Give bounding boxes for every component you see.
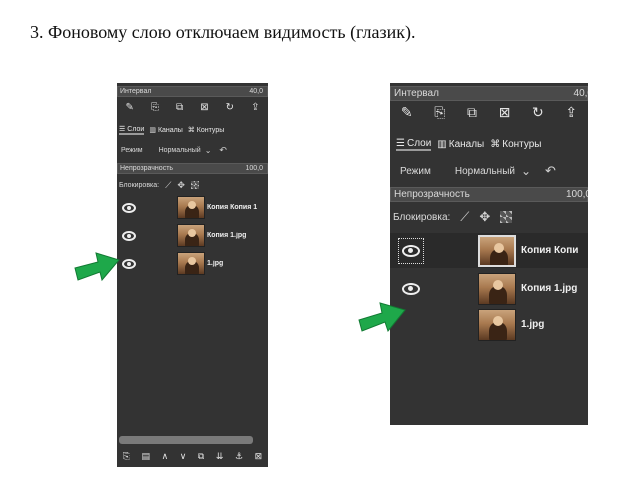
anchor-layer-icon[interactable]: ⚓ bbox=[235, 451, 243, 462]
layer-name: 1.jpg bbox=[521, 319, 545, 330]
interval-field[interactable]: Интервал 40,0 bbox=[117, 86, 268, 97]
layer-name: Копия 1.jpg bbox=[207, 232, 247, 239]
opacity-value: 100,0 bbox=[565, 189, 588, 200]
opacity-label: Непрозрачность bbox=[394, 189, 470, 200]
open-icon[interactable]: ⇪ bbox=[251, 102, 259, 113]
layer-thumbnail bbox=[177, 196, 205, 219]
dock-tabs: ☰ Слои ▥ Каналы ⌘ Контуры bbox=[117, 123, 268, 137]
lower-layer-icon[interactable]: ∨ bbox=[180, 451, 187, 462]
lock-label: Блокировка: bbox=[119, 181, 160, 189]
layer-row[interactable]: Копия 1.jpg bbox=[390, 271, 588, 306]
layer-thumbnail bbox=[177, 252, 205, 275]
mode-label: Режим bbox=[400, 165, 431, 177]
mode-select[interactable]: Нормальный bbox=[159, 147, 201, 154]
layers-panel-after: Интервал 40,0 ✎ ⎘ ⧉ ⊠ ↻ ⇪ ☰ Слои ▥ Канал… bbox=[390, 83, 588, 425]
layer-name: Копия Копия 1 bbox=[207, 204, 258, 211]
brush-toolbar: ✎ ⎘ ⧉ ⊠ ↻ ⇪ bbox=[390, 103, 588, 121]
lock-position-icon[interactable]: ✥ bbox=[177, 180, 185, 191]
opacity-label: Непрозрачность bbox=[120, 165, 174, 172]
mode-select[interactable]: Нормальный bbox=[455, 166, 515, 177]
eye-visibility-icon[interactable] bbox=[117, 223, 141, 248]
dock-tabs: ☰ Слои ▥ Каналы ⌘ Контуры bbox=[390, 135, 588, 153]
layer-thumbnail bbox=[478, 308, 516, 341]
opacity-field[interactable]: Непрозрачность 100,0 bbox=[117, 163, 268, 174]
undo-icon[interactable]: ↶ bbox=[545, 163, 556, 179]
layers-icon: ☰ bbox=[119, 126, 126, 133]
layer-row[interactable]: 1.jpg bbox=[390, 307, 588, 342]
mode-row: Режим Нормальный ⌄ ↶ bbox=[390, 161, 588, 181]
lock-row: Блокировка: ⟋ ✥ bbox=[390, 209, 588, 225]
lock-alpha-icon[interactable] bbox=[190, 181, 199, 189]
tab-paths[interactable]: ⌘ Контуры bbox=[490, 139, 541, 150]
interval-value: 40,0 bbox=[573, 88, 588, 99]
delete-icon[interactable]: ⊠ bbox=[200, 102, 208, 113]
refresh-icon[interactable]: ↻ bbox=[226, 102, 234, 113]
tab-layers[interactable]: ☰ Слои bbox=[396, 137, 432, 151]
edit-brush-icon[interactable]: ✎ bbox=[126, 102, 134, 113]
delete-icon[interactable]: ⊠ bbox=[499, 104, 511, 121]
duplicate-icon[interactable]: ⧉ bbox=[467, 104, 477, 121]
raise-layer-icon[interactable]: ∧ bbox=[162, 451, 169, 462]
layer-row[interactable]: Копия 1.jpg bbox=[117, 223, 268, 248]
new-brush-icon[interactable]: ⎘ bbox=[151, 102, 159, 113]
open-icon[interactable]: ⇪ bbox=[565, 104, 577, 121]
interval-label: Интервал bbox=[120, 88, 152, 95]
layer-row[interactable]: 1.jpg bbox=[117, 251, 268, 276]
layers-icon: ☰ bbox=[396, 137, 405, 149]
opacity-value: 100,0 bbox=[245, 165, 263, 172]
edit-brush-icon[interactable]: ✎ bbox=[401, 104, 413, 121]
eye-visibility-icon[interactable] bbox=[399, 277, 423, 301]
refresh-icon[interactable]: ↻ bbox=[532, 104, 544, 121]
merge-layer-icon[interactable]: ⇊ bbox=[216, 451, 224, 462]
paths-icon: ⌘ bbox=[490, 138, 501, 150]
duplicate-layer-icon[interactable]: ⧉ bbox=[198, 451, 204, 462]
layers-panel-before: Интервал 40,0 ✎ ⎘ ⧉ ⊠ ↻ ⇪ ☰ Слои ▥ Канал… bbox=[117, 83, 268, 467]
green-arrow-pointer-right bbox=[358, 302, 406, 333]
layer-name: 1.jpg bbox=[207, 260, 224, 267]
green-arrow-pointer-left bbox=[74, 252, 120, 282]
horizontal-scrollbar[interactable] bbox=[119, 436, 253, 444]
layer-name: Копия 1.jpg bbox=[521, 283, 578, 294]
interval-label: Интервал bbox=[394, 88, 439, 99]
layer-row[interactable]: Копия Копи bbox=[390, 233, 588, 268]
opacity-field[interactable]: Непрозрачность 100,0 bbox=[390, 187, 588, 202]
channels-icon: ▥ bbox=[149, 127, 156, 134]
new-layer-icon[interactable]: ⎘ bbox=[123, 451, 130, 462]
paths-icon: ⌘ bbox=[187, 127, 195, 134]
tab-channels[interactable]: ▥ Каналы bbox=[437, 139, 484, 150]
lock-label: Блокировка: bbox=[393, 211, 451, 223]
brush-toolbar: ✎ ⎘ ⧉ ⊠ ↻ ⇪ bbox=[117, 100, 268, 114]
eye-visibility-icon[interactable] bbox=[117, 195, 141, 220]
layer-name: Копия Копи bbox=[521, 245, 579, 256]
lock-alpha-icon[interactable] bbox=[500, 211, 513, 223]
eye-visibility-icon[interactable] bbox=[398, 237, 424, 264]
tab-paths[interactable]: ⌘ Контуры bbox=[187, 126, 224, 135]
new-group-icon[interactable]: ▤ bbox=[142, 451, 151, 462]
tab-channels[interactable]: ▥ Каналы bbox=[149, 126, 182, 135]
layers-bottom-toolbar: ⎘ ▤ ∧ ∨ ⧉ ⇊ ⚓ ⊠ bbox=[117, 449, 268, 463]
interval-value: 40,0 bbox=[249, 88, 263, 95]
lock-pixels-icon[interactable]: ⟋ bbox=[165, 180, 171, 191]
layer-thumbnail bbox=[478, 272, 516, 305]
lock-row: Блокировка: ⟋ ✥ bbox=[117, 179, 268, 191]
mode-row: Режим Нормальный ⌄ ↶ bbox=[117, 143, 268, 157]
lock-position-icon[interactable]: ✥ bbox=[479, 209, 490, 225]
chevron-down-icon[interactable]: ⌄ bbox=[521, 164, 531, 178]
layer-thumbnail bbox=[177, 224, 205, 247]
layer-row[interactable]: Копия Копия 1 bbox=[117, 195, 268, 220]
tab-layers[interactable]: ☰ Слои bbox=[119, 125, 145, 135]
layer-thumbnail bbox=[478, 234, 516, 267]
instruction-caption: 3. Фоновому слою отключаем видимость (гл… bbox=[30, 22, 416, 42]
duplicate-icon[interactable]: ⧉ bbox=[176, 102, 183, 113]
interval-field[interactable]: Интервал 40,0 bbox=[390, 86, 588, 101]
new-brush-icon[interactable]: ⎘ bbox=[434, 104, 445, 121]
undo-icon[interactable]: ↶ bbox=[219, 145, 227, 156]
channels-icon: ▥ bbox=[437, 138, 447, 150]
chevron-down-icon[interactable]: ⌄ bbox=[205, 146, 212, 155]
delete-layer-icon[interactable]: ⊠ bbox=[255, 451, 263, 462]
mode-label: Режим bbox=[121, 146, 143, 154]
lock-pixels-icon[interactable]: ⟋ bbox=[460, 209, 469, 225]
